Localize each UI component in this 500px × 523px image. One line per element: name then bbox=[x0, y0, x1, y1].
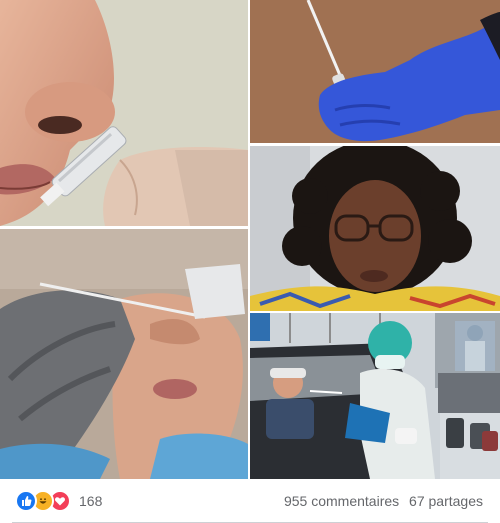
photo-swab-gloved-hand[interactable] bbox=[250, 0, 500, 143]
post-stats: 955 commentaires 67 partages bbox=[278, 491, 483, 511]
reactions-summary[interactable]: 168 bbox=[15, 490, 103, 512]
photo-nasal-swab-closeup-image bbox=[0, 0, 248, 226]
post-footer: 168 955 commentaires 67 partages bbox=[0, 479, 500, 523]
photo-woman-glasses[interactable] bbox=[250, 146, 500, 311]
photo-woman-glasses-image bbox=[250, 146, 500, 311]
reaction-count: 168 bbox=[79, 493, 103, 509]
photo-drive-through-testing[interactable] bbox=[250, 313, 500, 479]
photo-drive-through-testing-image bbox=[250, 313, 500, 479]
photo-nasal-test-side-image bbox=[0, 229, 248, 479]
comments-link[interactable]: 955 commentaires bbox=[284, 493, 399, 509]
photo-nasal-test-side[interactable] bbox=[0, 229, 248, 479]
shares-link[interactable]: 67 partages bbox=[409, 493, 483, 509]
photo-swab-gloved-hand-image bbox=[250, 0, 500, 143]
photo-nasal-swab-closeup[interactable] bbox=[0, 0, 248, 226]
like-icon bbox=[15, 490, 37, 512]
